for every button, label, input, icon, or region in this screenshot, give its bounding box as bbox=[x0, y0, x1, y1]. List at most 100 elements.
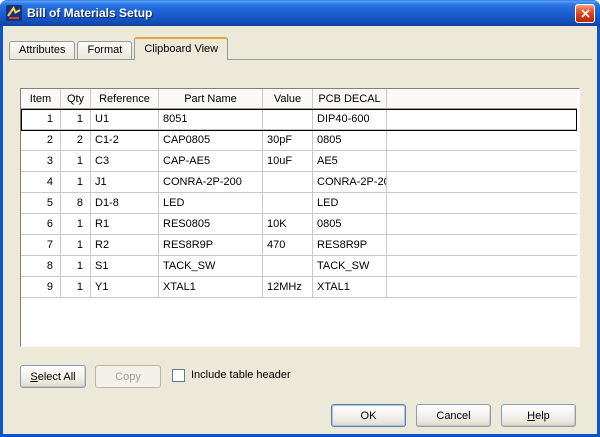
table-cell: XTAL1 bbox=[159, 277, 263, 298]
table-row[interactable]: 61R1RES080510K0805 bbox=[21, 214, 577, 235]
table-cell bbox=[263, 256, 313, 277]
column-header: PCB DECAL bbox=[313, 89, 387, 109]
table-cell: R2 bbox=[91, 235, 159, 256]
table-cell: CAP-AE5 bbox=[159, 151, 263, 172]
table-cell: CONRA-2P-200 bbox=[313, 172, 387, 193]
column-header-filler bbox=[387, 89, 577, 109]
include-table-header-checkbox[interactable] bbox=[172, 369, 185, 382]
table-cell: 1 bbox=[61, 172, 91, 193]
title-bar[interactable]: Bill of Materials Setup bbox=[0, 0, 600, 26]
table-cell-filler bbox=[387, 109, 577, 130]
table-row[interactable]: 91Y1XTAL112MHzXTAL1 bbox=[21, 277, 577, 298]
column-header: Value bbox=[263, 89, 313, 109]
table-cell-filler bbox=[387, 214, 577, 235]
table-cell: 0805 bbox=[313, 214, 387, 235]
table-cell: 0805 bbox=[313, 130, 387, 151]
table-cell: 1 bbox=[61, 235, 91, 256]
table-body: 11U18051DIP40-60022C1-2CAP080530pF080531… bbox=[21, 109, 577, 298]
table-cell: LED bbox=[159, 193, 263, 214]
table-cell: TACK_SW bbox=[313, 256, 387, 277]
table-cell: U1 bbox=[91, 109, 159, 130]
bill-of-materials-dialog: Bill of Materials Setup Attributes Forma… bbox=[0, 0, 600, 437]
table-cell: 10uF bbox=[263, 151, 313, 172]
table-cell: D1-8 bbox=[91, 193, 159, 214]
table-cell: CONRA-2P-200 bbox=[159, 172, 263, 193]
tab-baseline bbox=[9, 59, 592, 60]
table-cell: 8 bbox=[61, 193, 91, 214]
window-title: Bill of Materials Setup bbox=[27, 0, 152, 26]
table-cell: CAP0805 bbox=[159, 130, 263, 151]
table-cell: 1 bbox=[61, 256, 91, 277]
table-cell: R1 bbox=[91, 214, 159, 235]
tab-clipboard-view[interactable]: Clipboard View bbox=[134, 37, 228, 60]
table-cell-filler bbox=[387, 277, 577, 298]
close-button[interactable] bbox=[575, 4, 595, 23]
ok-button[interactable]: OK bbox=[331, 404, 406, 427]
table-row[interactable]: 31C3CAP-AE510uFAE5 bbox=[21, 151, 577, 172]
table-row[interactable]: 11U18051DIP40-600 bbox=[21, 109, 577, 130]
table-cell: 10K bbox=[263, 214, 313, 235]
table-cell: 9 bbox=[21, 277, 61, 298]
table-cell: 7 bbox=[21, 235, 61, 256]
tab-format[interactable]: Format bbox=[77, 41, 132, 59]
table-cell: J1 bbox=[91, 172, 159, 193]
pads-logo-icon bbox=[6, 5, 22, 21]
table-cell: RES8R9P bbox=[313, 235, 387, 256]
table-cell-filler bbox=[387, 130, 577, 151]
table-cell: 8 bbox=[21, 256, 61, 277]
table-cell: 2 bbox=[21, 130, 61, 151]
table-cell: 4 bbox=[21, 172, 61, 193]
table-cell: 1 bbox=[61, 214, 91, 235]
table-cell: C1-2 bbox=[91, 130, 159, 151]
include-table-header-label: Include table header bbox=[191, 368, 291, 383]
table-cell: 1 bbox=[61, 151, 91, 172]
table-cell: RES8R9P bbox=[159, 235, 263, 256]
table-cell: LED bbox=[313, 193, 387, 214]
table-cell: TACK_SW bbox=[159, 256, 263, 277]
table-cell: DIP40-600 bbox=[313, 109, 387, 130]
copy-button[interactable]: Copy bbox=[95, 365, 161, 388]
table-cell: 12MHz bbox=[263, 277, 313, 298]
table-cell: S1 bbox=[91, 256, 159, 277]
table-cell: 1 bbox=[61, 109, 91, 130]
cancel-button[interactable]: Cancel bbox=[416, 404, 491, 427]
table-cell: 3 bbox=[21, 151, 61, 172]
table-cell-filler bbox=[387, 193, 577, 214]
table-row[interactable]: 71R2RES8R9P470RES8R9P bbox=[21, 235, 577, 256]
bom-grid: ItemQtyReferencePart NameValuePCB DECAL … bbox=[20, 88, 580, 347]
column-header: Item bbox=[21, 89, 61, 109]
table-cell: XTAL1 bbox=[313, 277, 387, 298]
table-cell: 470 bbox=[263, 235, 313, 256]
table-cell bbox=[263, 109, 313, 130]
select-all-button[interactable]: Select All bbox=[20, 365, 86, 388]
table-cell: 8051 bbox=[159, 109, 263, 130]
table-cell: 1 bbox=[21, 109, 61, 130]
table-cell: 1 bbox=[61, 277, 91, 298]
table-row[interactable]: 81S1TACK_SWTACK_SW bbox=[21, 256, 577, 277]
table-row[interactable]: 22C1-2CAP080530pF0805 bbox=[21, 130, 577, 151]
dialog-body: Attributes Format Clipboard View ItemQty… bbox=[3, 26, 597, 434]
table-cell bbox=[263, 193, 313, 214]
table-cell-filler bbox=[387, 256, 577, 277]
table-cell: 6 bbox=[21, 214, 61, 235]
tab-strip: Attributes Format Clipboard View bbox=[9, 36, 592, 60]
table-cell-filler bbox=[387, 235, 577, 256]
column-header: Reference bbox=[91, 89, 159, 109]
table-cell bbox=[263, 172, 313, 193]
column-header: Qty bbox=[61, 89, 91, 109]
table-cell: RES0805 bbox=[159, 214, 263, 235]
table-cell-filler bbox=[387, 151, 577, 172]
table-row[interactable]: 41J1CONRA-2P-200CONRA-2P-200 bbox=[21, 172, 577, 193]
table-cell: C3 bbox=[91, 151, 159, 172]
table-cell-filler bbox=[387, 172, 577, 193]
bom-table: ItemQtyReferencePart NameValuePCB DECAL … bbox=[21, 89, 577, 298]
tab-attributes[interactable]: Attributes bbox=[9, 41, 75, 59]
bom-grid-viewport: ItemQtyReferencePart NameValuePCB DECAL … bbox=[21, 89, 577, 344]
table-cell: AE5 bbox=[313, 151, 387, 172]
close-x-icon bbox=[581, 9, 590, 18]
help-button[interactable]: Help bbox=[501, 404, 576, 427]
table-row[interactable]: 58D1-8LEDLED bbox=[21, 193, 577, 214]
table-cell: 5 bbox=[21, 193, 61, 214]
table-cell: Y1 bbox=[91, 277, 159, 298]
table-cell: 2 bbox=[61, 130, 91, 151]
